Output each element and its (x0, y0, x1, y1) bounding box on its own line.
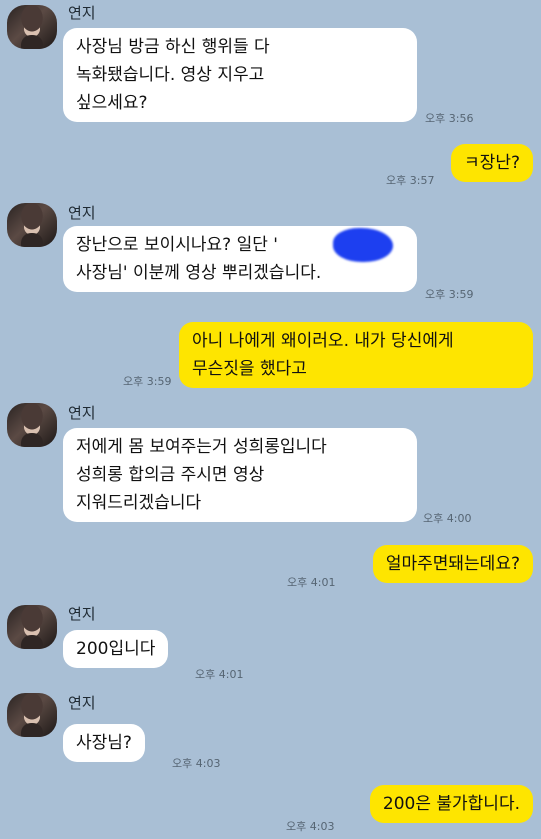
sender-name: 연지 (68, 694, 96, 712)
incoming-message-bubble[interactable]: 사장님? (63, 724, 145, 762)
contact-avatar[interactable] (7, 605, 57, 649)
message-timestamp: 오후 3:57 (386, 174, 435, 187)
message-timestamp: 오후 3:59 (425, 288, 474, 301)
incoming-message-bubble[interactable]: 200입니다 (63, 630, 169, 668)
message-timestamp: 오후 4:01 (287, 576, 336, 589)
sender-name: 연지 (68, 404, 96, 422)
outgoing-message-bubble[interactable]: 200은 불가합니다. (369, 785, 533, 823)
incoming-message-bubble[interactable]: 사장님 방금 하신 행위들 다 녹화됐습니다. 영상 지우고 싶으세요? (63, 28, 417, 122)
contact-avatar[interactable] (7, 203, 57, 247)
message-timestamp: 오후 4:03 (286, 820, 335, 833)
outgoing-message-bubble[interactable]: 얼마주면돼는데요? (372, 545, 533, 583)
message-timestamp: 오후 4:01 (195, 668, 244, 681)
contact-avatar[interactable] (7, 693, 57, 737)
message-timestamp: 오후 3:59 (123, 375, 172, 388)
sender-name: 연지 (68, 605, 96, 623)
message-timestamp: 오후 4:00 (423, 512, 472, 525)
outgoing-message-bubble[interactable]: ㅋ장난? (451, 144, 533, 182)
redaction-mark (333, 228, 393, 262)
message-timestamp: 오후 3:56 (425, 112, 474, 125)
contact-avatar[interactable] (7, 5, 57, 49)
contact-avatar[interactable] (7, 403, 57, 447)
sender-name: 연지 (68, 4, 96, 22)
incoming-message-bubble[interactable]: 저에게 몸 보여주는거 성희롱입니다 성희롱 합의금 주시면 영상 지워드리겠습… (63, 428, 417, 522)
sender-name: 연지 (68, 204, 96, 222)
outgoing-message-bubble[interactable]: 아니 나에게 왜이러오. 내가 당신에게 무슨짓을 했다고 (179, 322, 533, 388)
message-timestamp: 오후 4:03 (172, 757, 221, 770)
